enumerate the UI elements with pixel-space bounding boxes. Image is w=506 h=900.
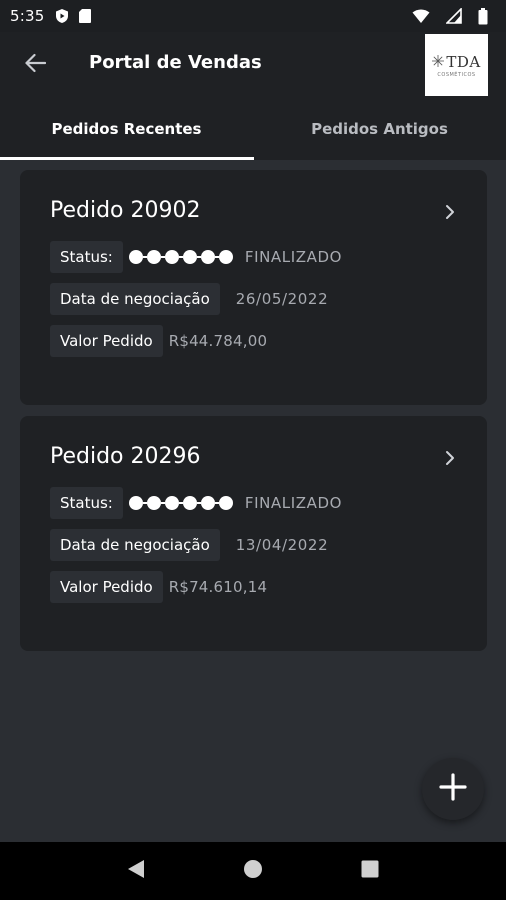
- status-bar: 5:35: [0, 0, 506, 32]
- app-bar: Portal de Vendas TDA COSMÉTICOS: [0, 32, 506, 98]
- play-shield-icon: [54, 8, 70, 24]
- chevron-right-icon: [443, 204, 457, 220]
- progress-step: [128, 496, 143, 510]
- progress-step: [164, 250, 179, 264]
- nav-home-button[interactable]: [233, 851, 273, 891]
- amount-row: Valor Pedido R$44.784,00: [50, 325, 267, 357]
- status-progress: [128, 496, 233, 510]
- status-label: Status:: [50, 487, 123, 519]
- tab-bar: Pedidos Recentes Pedidos Antigos: [0, 98, 506, 160]
- logo-text: TDA: [446, 52, 481, 71]
- amount-label: Valor Pedido: [50, 571, 163, 603]
- progress-step: [146, 250, 161, 264]
- home-circle-icon: [243, 859, 263, 883]
- tab-indicator: [0, 157, 254, 160]
- progress-step: [146, 496, 161, 510]
- date-value: 26/05/2022: [235, 290, 329, 308]
- order-card[interactable]: Pedido 20902 Status: FINALIZADO Data de …: [20, 170, 487, 405]
- order-title: Pedido 20296: [50, 444, 201, 469]
- amount-label: Valor Pedido: [50, 325, 163, 357]
- date-row: Data de negociação 13/04/2022: [50, 529, 328, 561]
- date-label: Data de negociação: [50, 283, 220, 315]
- recents-square-icon: [361, 860, 379, 882]
- status-value: FINALIZADO: [244, 248, 343, 266]
- tab-pedidos-antigos[interactable]: Pedidos Antigos: [253, 98, 506, 160]
- add-order-button[interactable]: [422, 758, 484, 820]
- progress-step: [200, 250, 215, 264]
- sunburst-logo-icon: [432, 52, 445, 71]
- page-title: Portal de Vendas: [89, 52, 262, 73]
- amount-value: R$74.610,14: [168, 578, 268, 596]
- progress-step: [128, 250, 143, 264]
- progress-step: [182, 250, 197, 264]
- tab-label: Pedidos Recentes: [51, 120, 202, 138]
- status-label: Status:: [50, 241, 123, 273]
- status-progress: [128, 250, 233, 264]
- status-row: Status: FINALIZADO: [50, 241, 342, 273]
- battery-icon: [478, 7, 488, 25]
- plus-icon: [439, 773, 467, 805]
- wifi-icon: [412, 8, 430, 24]
- amount-value: R$44.784,00: [168, 332, 268, 350]
- status-row: Status: FINALIZADO: [50, 487, 342, 519]
- progress-step: [218, 250, 233, 264]
- nav-recents-button[interactable]: [350, 851, 390, 891]
- order-title: Pedido 20902: [50, 198, 201, 223]
- status-value: FINALIZADO: [244, 494, 343, 512]
- progress-step: [218, 496, 233, 510]
- progress-step: [200, 496, 215, 510]
- tab-pedidos-recentes[interactable]: Pedidos Recentes: [0, 98, 254, 160]
- status-time: 5:35: [10, 7, 45, 25]
- chevron-right-icon: [443, 450, 457, 466]
- date-label: Data de negociação: [50, 529, 220, 561]
- order-card[interactable]: Pedido 20296 Status: FINALIZADO Data de …: [20, 416, 487, 651]
- tab-label: Pedidos Antigos: [311, 120, 448, 138]
- date-row: Data de negociação 26/05/2022: [50, 283, 328, 315]
- progress-step: [182, 496, 197, 510]
- date-value: 13/04/2022: [235, 536, 329, 554]
- brand-logo: TDA COSMÉTICOS: [425, 34, 488, 96]
- system-nav-bar: [0, 842, 506, 900]
- amount-row: Valor Pedido R$74.610,14: [50, 571, 267, 603]
- back-triangle-icon: [127, 859, 145, 883]
- nav-back-button[interactable]: [116, 851, 156, 891]
- arrow-left-icon: [24, 53, 47, 77]
- back-button[interactable]: [18, 50, 52, 80]
- logo-subtext: COSMÉTICOS: [437, 72, 476, 78]
- cell-signal-icon: [446, 8, 462, 24]
- progress-step: [164, 496, 179, 510]
- sd-card-icon: [78, 8, 92, 24]
